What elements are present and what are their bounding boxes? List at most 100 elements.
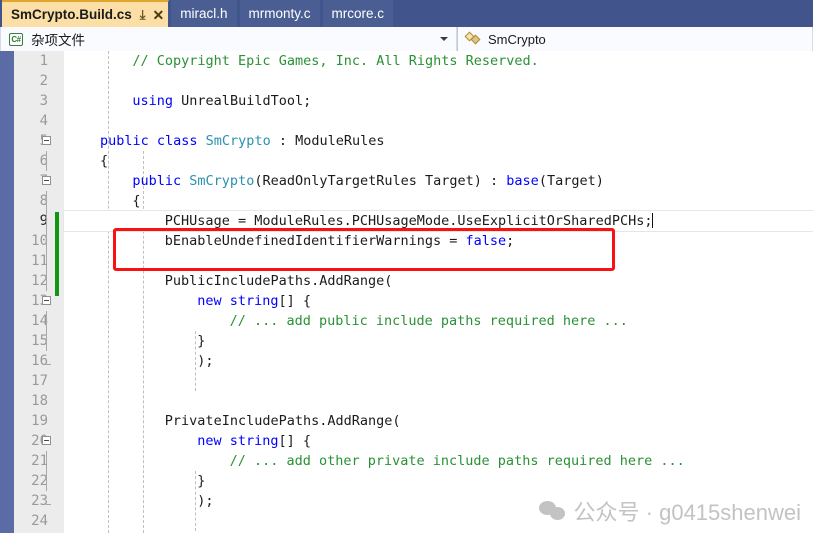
code-line[interactable]: 21 // ... add other private include paths…: [31, 451, 813, 471]
code-token: : ModuleRules: [270, 133, 385, 149]
fold-toggle-icon[interactable]: [42, 296, 51, 305]
line-number: 21: [31, 453, 48, 469]
code-line[interactable]: 5public class SmCrypto : ModuleRules: [40, 131, 813, 151]
watermark: 公众号 · g0415shenwei: [538, 495, 801, 527]
code-line-text: );: [64, 493, 213, 509]
document-tab-strip: SmCrypto.Build.cs ⤓ ✕ miracl.h mrmonty.c mrco…: [0, 0, 813, 27]
code-token: // Copyright Epic Games, Inc. All Rights…: [132, 53, 539, 69]
code-lines: 1 // Copyright Epic Games, Inc. All Right…: [31, 51, 813, 531]
code-line[interactable]: 9 PCHUsage = ModuleRules.PCHUsageMode.Use…: [40, 210, 813, 232]
line-number: 15: [31, 333, 48, 349]
code-line[interactable]: 4: [40, 111, 813, 131]
code-line[interactable]: 3 using UnrealBuildTool;: [40, 91, 813, 111]
document-tab[interactable]: SmCrypto.Build.cs ⤓ ✕: [2, 0, 170, 27]
chevron-down-icon[interactable]: [440, 37, 448, 41]
code-line[interactable]: 20 new string[] {: [31, 431, 813, 451]
code-line[interactable]: 6{: [40, 151, 813, 171]
type-dropdown[interactable]: SmCrypto: [457, 27, 813, 51]
code-line-text: // ... add public include paths required…: [64, 313, 628, 329]
code-token: using: [132, 93, 182, 109]
fold-region-line: [46, 211, 47, 231]
line-number: 14: [31, 313, 48, 329]
code-line[interactable]: 12 PublicIncludePaths.AddRange(: [31, 271, 813, 291]
line-number: 22: [31, 473, 48, 489]
project-dropdown[interactable]: C# 杂项文件: [0, 27, 457, 51]
code-line[interactable]: 18: [31, 391, 813, 411]
document-tab[interactable]: miracl.h: [171, 0, 238, 27]
fold-toggle-icon[interactable]: [42, 176, 51, 185]
line-number: 17: [31, 373, 48, 389]
code-line[interactable]: 16);: [31, 351, 813, 371]
document-tab[interactable]: mrcore.c: [322, 0, 395, 27]
document-tab-label: SmCrypto.Build.cs: [11, 7, 132, 22]
code-line[interactable]: 17: [31, 371, 813, 391]
code-text-area[interactable]: 1 // Copyright Epic Games, Inc. All Right…: [31, 51, 813, 533]
line-number: 20: [31, 433, 48, 449]
code-line[interactable]: 15}: [31, 331, 813, 351]
pin-icon[interactable]: ⤓: [140, 8, 146, 21]
code-line-text: using UnrealBuildTool;: [64, 93, 311, 109]
fold-toggle-icon[interactable]: [42, 436, 51, 445]
line-number: 3: [39, 93, 48, 109]
document-tab-label: miracl.h: [180, 6, 228, 21]
document-tab-label: mrmonty.c: [248, 6, 311, 21]
code-line-text: // ... add other private include paths r…: [64, 453, 685, 469]
code-token: PublicIncludePaths.AddRange(: [164, 273, 393, 289]
text-caret: [652, 213, 654, 228]
navigation-bar: C# 杂项文件 SmCrypto: [0, 27, 813, 51]
code-line-text: {: [64, 153, 108, 169]
code-token: bEnableUndefinedIdentifierWarnings =: [164, 233, 466, 249]
fold-toggle-icon[interactable]: [42, 136, 51, 145]
document-tab[interactable]: mrmonty.c: [239, 0, 321, 27]
line-number: 23: [31, 493, 48, 509]
project-dropdown-label: 杂项文件: [31, 33, 85, 48]
code-token: string: [229, 433, 279, 449]
close-icon[interactable]: ✕: [153, 8, 165, 22]
line-number: 13: [31, 293, 48, 309]
code-token: new: [197, 293, 230, 309]
line-number: 6: [39, 153, 48, 169]
code-token: new: [197, 433, 230, 449]
line-number: 12: [31, 273, 48, 289]
fold-region-line: [46, 271, 47, 291]
code-token: ;: [506, 233, 515, 249]
code-line-text: new string[] {: [64, 433, 311, 449]
code-line[interactable]: 14 // ... add public include paths requir…: [31, 311, 813, 331]
code-token: {: [100, 153, 109, 169]
code-line[interactable]: 11: [31, 251, 813, 271]
code-token: string: [229, 293, 279, 309]
code-editor[interactable]: 1 // Copyright Epic Games, Inc. All Right…: [0, 51, 813, 533]
code-token: SmCrypto: [205, 133, 271, 149]
code-token: [] {: [278, 293, 311, 309]
code-token: UnrealBuildTool;: [181, 93, 312, 109]
line-number: 5: [0, 131, 48, 151]
line-number: 24: [31, 513, 48, 529]
code-line[interactable]: 8{: [40, 191, 813, 211]
fold-region-line: [46, 151, 47, 171]
type-dropdown-label: SmCrypto: [488, 31, 546, 47]
code-line-text: {: [64, 193, 140, 209]
code-line[interactable]: 10 bEnableUndefinedIdentifierWarnings = f…: [31, 231, 813, 251]
line-number: 11: [31, 253, 48, 269]
code-token: // ... add public include paths required…: [229, 313, 628, 329]
code-line-text: public class SmCrypto : ModuleRules: [64, 133, 385, 149]
code-line-text: PCHUsage = ModuleRules.PCHUsageMode.UseE…: [64, 213, 654, 229]
code-token: // ... add other private include paths r…: [229, 453, 685, 469]
code-line[interactable]: 19 PrivateIncludePaths.AddRange(: [31, 411, 813, 431]
fold-region-line: [46, 191, 47, 211]
fold-region-line: [46, 331, 47, 351]
code-line-text: }: [64, 333, 205, 349]
code-line[interactable]: 2: [40, 71, 813, 91]
code-line[interactable]: 7public SmCrypto(ReadOnlyTargetRules Tar…: [40, 171, 813, 191]
code-line[interactable]: 22}: [31, 471, 813, 491]
code-token: }: [197, 333, 206, 349]
code-line[interactable]: 1 // Copyright Epic Games, Inc. All Right…: [40, 51, 813, 71]
code-line[interactable]: 13 new string[] {: [31, 291, 813, 311]
fold-region-end: [46, 364, 51, 365]
